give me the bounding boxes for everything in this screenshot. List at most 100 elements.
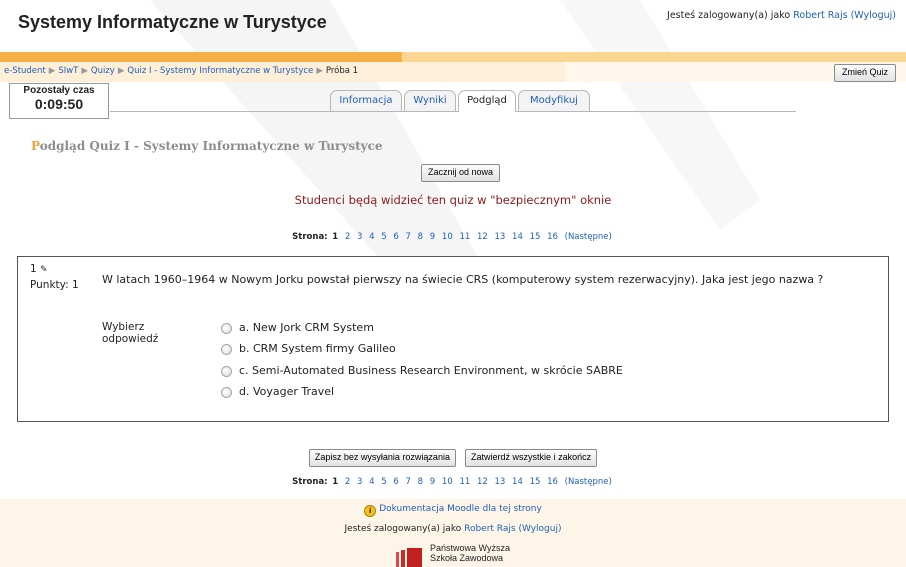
breadcrumb-item-quizy[interactable]: Quizy [91,66,115,76]
page-link[interactable]: 7 [406,232,411,242]
page-link[interactable]: 15 [530,232,541,242]
page-link[interactable]: 10 [442,232,453,242]
change-quiz-button[interactable]: Zmień Quiz [833,64,896,82]
timer-label: Pozostały czas [23,85,95,96]
tab-informacja[interactable]: Informacja [330,90,402,111]
school-logo-icon [396,548,422,567]
page-link[interactable]: 9 [430,477,435,487]
footer-login-prefix: Jesteś zalogowany(a) jako [344,524,462,534]
page-link[interactable]: 3 [357,232,362,242]
answer-option[interactable]: c. Semi-Automated Business Research Envi… [218,364,778,384]
school-logo[interactable]: Państwowa Wyższa Szkoła Zawodowa [396,543,526,567]
page-next-link[interactable]: (Następne) [565,232,612,242]
footer-logout-link[interactable]: (Wyloguj) [518,524,561,534]
question-number-value: 1 [30,263,37,275]
question-points: Punkty: 1 [30,279,79,291]
breadcrumb-separator-icon: ▶ [117,66,125,76]
navbar-top-strip [0,52,906,62]
edit-pencil-icon[interactable]: ✎ [40,265,48,275]
breadcrumb-item-estudent[interactable]: e-Student [4,66,46,76]
timer-value: 0:09:50 [34,96,84,112]
site-title: Systemy Informatyczne w Turystyce [18,12,327,32]
answer-label[interactable]: a. New Jork CRM System [239,321,374,334]
radio-button[interactable] [221,366,232,377]
breadcrumb: e-Student ▶ SIwT ▶ Quizy ▶ Quiz I - Systemy In… [4,66,358,76]
school-name-line1: Państwowa Wyższa [430,543,510,553]
footer-login-info: Jesteś zalogowany(a) jako Robert Rajs (W… [0,524,906,534]
page-current: 1 [332,232,339,242]
page-link[interactable]: 8 [418,477,423,487]
answer-label[interactable]: c. Semi-Automated Business Research Envi… [239,364,623,377]
tab-modyfikuj[interactable]: Modyfikuj [518,90,590,111]
breadcrumb-separator-icon: ▶ [316,66,323,76]
pagination-label: Strona: [292,232,328,242]
answer-option[interactable]: d. Voyager Travel [218,385,778,405]
radio-button[interactable] [221,344,232,355]
submit-row: Zapisz bez wysyłania rozwiązania Zatwier… [0,445,906,467]
page-link[interactable]: 12 [477,232,488,242]
answer-option[interactable]: a. New Jork CRM System [218,321,778,341]
logout-link[interactable]: (Wyloguj) [851,10,896,21]
page-title-first-letter: P [31,139,40,153]
breadcrumb-separator-icon: ▶ [81,66,88,76]
page-title-rest: odgląd Quiz I - Systemy Informatyczne w … [39,139,383,153]
page-link[interactable]: 4 [369,477,374,487]
page-next-link[interactable]: (Następne) [565,477,612,487]
page-link[interactable]: 11 [459,477,470,487]
tab-wyniki[interactable]: Wyniki [404,90,456,111]
user-profile-link[interactable]: Robert Rajs [793,10,847,21]
school-name-line2: Szkoła Zawodowa [430,553,504,563]
page-title: Podgląd Quiz I - Systemy Informatyczne w… [31,139,383,153]
page-link[interactable]: 11 [459,232,470,242]
page-current: 1 [332,477,339,487]
restart-button[interactable]: Zacznij od nowa [421,164,501,182]
save-without-submit-button[interactable]: Zapisz bez wysyłania rozwiązania [308,449,456,467]
page-link[interactable]: 2 [345,477,350,487]
tab-podglad[interactable]: Podgląd [458,90,516,112]
pagination-top: Strona: 1 2 3 4 5 6 7 8 9 10 11 12 13 14… [0,232,906,242]
tab-underline [110,111,796,112]
page-link[interactable]: 13 [495,477,506,487]
page-link[interactable]: 2 [345,232,350,242]
answer-label[interactable]: d. Voyager Travel [239,385,334,398]
question-box: 1 ✎ Punkty: 1 W latach 1960–1964 w Nowym… [17,256,889,422]
documentation-link-row: i Dokumentacja Moodle dla tej strony [0,504,906,517]
question-number: 1 ✎ [30,263,48,275]
page-link[interactable]: 16 [547,232,558,242]
page-link[interactable]: 9 [430,232,435,242]
page-link[interactable]: 10 [442,477,453,487]
page-link[interactable]: 13 [495,232,506,242]
moodle-docs-link[interactable]: Dokumentacja Moodle dla tej strony [379,504,542,514]
page-link[interactable]: 14 [512,232,523,242]
submit-all-button[interactable]: Zatwierdź wszystkie i zakończ [465,449,598,467]
breadcrumb-item-siwt[interactable]: SIwT [58,66,78,76]
footer-user-profile-link[interactable]: Robert Rajs [464,524,515,534]
breadcrumb-separator-icon: ▶ [48,66,56,76]
page-link[interactable]: 8 [418,232,423,242]
page-link[interactable]: 16 [547,477,558,487]
page-link[interactable]: 5 [381,232,386,242]
page-link[interactable]: 5 [381,477,386,487]
page-link[interactable]: 3 [357,477,362,487]
radio-button[interactable] [221,387,232,398]
question-text: W latach 1960–1964 w Nowym Jorku powstał… [102,273,824,286]
page-link[interactable]: 14 [512,477,523,487]
breadcrumb-item-current: Próba 1 [325,66,359,76]
page-link[interactable]: 15 [530,477,541,487]
page-link[interactable]: 6 [393,232,398,242]
school-name: Państwowa Wyższa Szkoła Zawodowa [430,543,510,563]
answer-option[interactable]: b. CRM System firmy Galileo [218,342,778,362]
page-link[interactable]: 7 [406,477,411,487]
breadcrumb-item-quiz[interactable]: Quiz I - Systemy Informatyczne w Turysty… [127,66,313,76]
secure-window-note: Studenci będą widzieć ten quiz w "bezpie… [294,193,612,207]
pagination-label: Strona: [292,477,328,487]
page-link[interactable]: 4 [369,232,374,242]
page-link[interactable]: 12 [477,477,488,487]
login-info: Jesteś zalogowany(a) jako Robert Rajs (W… [667,10,896,21]
answer-prompt: Wybierz odpowiedź [102,321,159,345]
pagination-bottom: Strona: 1 2 3 4 5 6 7 8 9 10 11 12 13 14… [0,477,906,487]
page-link[interactable]: 6 [393,477,398,487]
answer-label[interactable]: b. CRM System firmy Galileo [239,342,396,355]
info-icon: i [364,505,377,517]
radio-button[interactable] [221,323,232,334]
